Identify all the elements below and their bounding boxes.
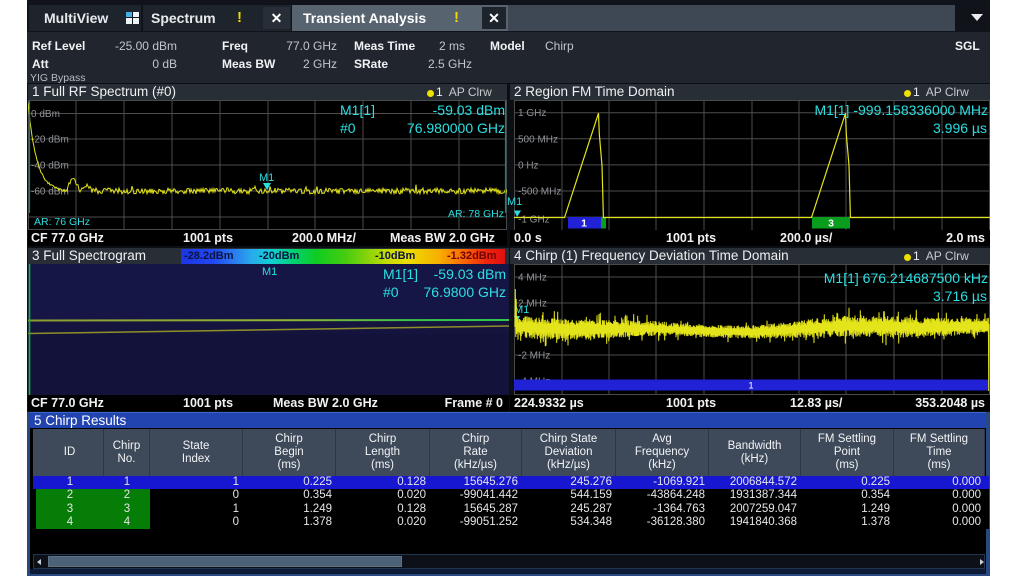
svg-text:-1 GHz: -1 GHz (518, 215, 550, 226)
svg-text:1 GHz: 1 GHz (518, 108, 546, 119)
svg-text:-20 dBm: -20 dBm (31, 135, 69, 146)
svg-text:AR: 76 GHz: AR: 76 GHz (34, 216, 90, 228)
svg-text:1: 1 (748, 381, 753, 392)
svg-text:0 dBm: 0 dBm (31, 109, 60, 120)
svg-text:-500 MHz: -500 MHz (518, 187, 561, 198)
svg-text:-2 MHz: -2 MHz (518, 351, 550, 362)
svg-text:M1: M1 (259, 172, 274, 184)
svg-text:500 MHz: 500 MHz (518, 134, 558, 145)
svg-text:1: 1 (581, 218, 587, 230)
svg-text:M1: M1 (262, 266, 277, 278)
svg-text:3: 3 (828, 218, 834, 230)
svg-text:AR: 78 GHz: AR: 78 GHz (448, 208, 504, 220)
svg-text:0 Hz: 0 Hz (518, 160, 539, 171)
svg-text:4 MHz: 4 MHz (518, 273, 547, 284)
svg-text:-40 dBm: -40 dBm (31, 161, 69, 172)
